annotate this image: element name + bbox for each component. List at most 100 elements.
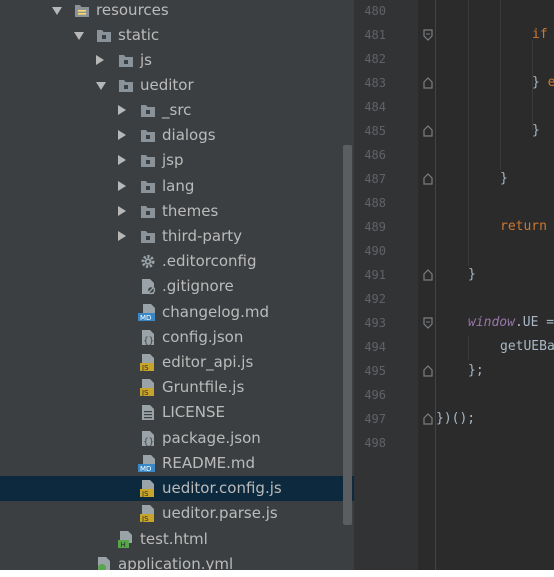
line-number: 486 [364,148,386,162]
line-number: 492 [364,292,386,306]
indent-guide [468,0,469,266]
code-line-489: return [500,219,547,234]
tree-item-label: package.json [162,429,261,447]
svg-text:MD: MD [140,465,151,472]
tree-item-label: js [140,51,152,69]
ignore-file-icon [142,279,156,295]
chevron-down-icon[interactable] [74,32,84,40]
window-bottom-edge [0,570,554,577]
tree-item-label: editor_api.js [162,353,254,371]
code-line-485: } [532,123,540,138]
tree-scrollbar[interactable] [343,145,352,525]
folder-icon [141,130,155,142]
text-file-icon [142,405,154,420]
line-number: 489 [364,220,386,234]
chevron-down-icon[interactable] [52,7,62,15]
chevron-right-icon[interactable] [118,130,126,140]
tree-item-test-html[interactable]: H test.html [0,527,354,552]
line-number: 497 [364,412,386,426]
folder-icon [97,30,111,42]
tree-item-application-yml[interactable]: application.yml [0,552,354,570]
fold-open-icon[interactable] [423,29,433,41]
line-number: 481 [364,28,386,42]
tree-item-jsp[interactable]: jsp [0,148,354,173]
tree-item-third-party[interactable]: third-party [0,224,354,249]
tree-item-themes[interactable]: themes [0,199,354,224]
tree-item-config-json[interactable]: {} config.json [0,325,354,350]
tree-item-label: .editorconfig [162,252,257,270]
chevron-right-icon[interactable] [96,55,104,65]
markdown-file-icon: MD [138,304,155,321]
gear-icon [141,255,155,268]
tree-item-label: .gitignore [162,277,234,295]
tree-item-static[interactable]: static [0,23,354,48]
line-number: 494 [364,340,386,354]
tree-item-label: test.html [140,530,208,548]
tree-item-license[interactable]: LICENSE [0,400,354,425]
tree-item-label: lang [162,177,195,195]
tree-item-label: application.yml [118,555,234,570]
tree-item-label: Gruntfile.js [162,378,245,396]
tree-item-label: jsp [162,151,184,169]
tree-item-package-json[interactable]: {} package.json [0,426,354,451]
javascript-file-icon: JS [140,354,154,371]
tree-item-label: static [118,26,160,44]
tree-item-lang[interactable]: lang [0,174,354,199]
tree-item-label: README.md [162,454,256,472]
code-line-481: if [532,27,548,42]
tree-item-dialogs[interactable]: dialogs [0,123,354,148]
tree-item-readme[interactable]: MD README.md [0,451,354,476]
code-editor[interactable]: 480 481 482 483 484 485 486 487 488 489 … [354,0,554,570]
tree-item-resources[interactable]: resources [0,0,354,23]
chevron-right-icon[interactable] [118,231,126,241]
code-line-487: } [500,171,508,186]
tree-item-src[interactable]: _src [0,98,354,123]
indent-guide [468,336,469,360]
svg-text:JS: JS [141,490,149,497]
fold-end-icon[interactable] [423,413,433,425]
svg-text:JS: JS [141,364,149,371]
svg-text:{}: {} [143,438,154,448]
fold-open-icon[interactable] [423,317,433,329]
javascript-file-icon: JS [140,480,154,497]
tree-item-changelog[interactable]: MD changelog.md [0,300,354,325]
chevron-right-icon[interactable] [118,181,126,191]
yml-file-icon [98,557,110,570]
code-line-494: getUEBa [500,339,554,354]
tree-item-editorconfig[interactable]: .editorconfig [0,249,354,274]
line-number: 495 [364,364,386,378]
indent-guide [500,0,501,170]
tree-item-gruntfile[interactable]: JS Gruntfile.js [0,375,354,400]
tree-item-editor-api[interactable]: JS editor_api.js [0,350,354,375]
folder-icon [141,231,155,243]
fold-end-icon[interactable] [423,365,433,377]
fold-end-icon[interactable] [423,173,433,185]
code-line-493: window.UE = [468,315,554,330]
tree-item-label: _src [162,101,192,119]
tree-item-gitignore[interactable]: .gitignore [0,274,354,299]
line-number: 482 [364,52,386,66]
tree-item-js[interactable]: js [0,48,354,73]
line-number: 490 [364,244,386,258]
resources-folder-icon [75,5,89,17]
tree-item-ueditor-parse[interactable]: JS ueditor.parse.js [0,501,354,526]
tree-item-label: third-party [162,227,243,245]
ide-window: resources static js ueditor _src dialogs… [0,0,554,570]
chevron-right-icon[interactable] [118,105,126,115]
tree-item-label: config.json [162,328,244,346]
code-line-497: })(); [436,411,476,426]
fold-end-icon[interactable] [423,77,433,89]
line-number: 487 [364,172,386,186]
gutter-divider [435,0,436,570]
chevron-down-icon[interactable] [96,82,106,90]
line-number: 484 [364,100,386,114]
fold-end-icon[interactable] [423,125,433,137]
fold-end-icon[interactable] [423,269,433,281]
tree-item-ueditor-config[interactable]: JS ueditor.config.js [0,476,354,501]
tree-item-ueditor[interactable]: ueditor [0,73,354,98]
chevron-right-icon[interactable] [118,155,126,165]
tree-item-label: LICENSE [162,403,225,421]
folder-icon [141,181,155,193]
chevron-right-icon[interactable] [118,206,126,216]
line-number: 491 [364,268,386,282]
